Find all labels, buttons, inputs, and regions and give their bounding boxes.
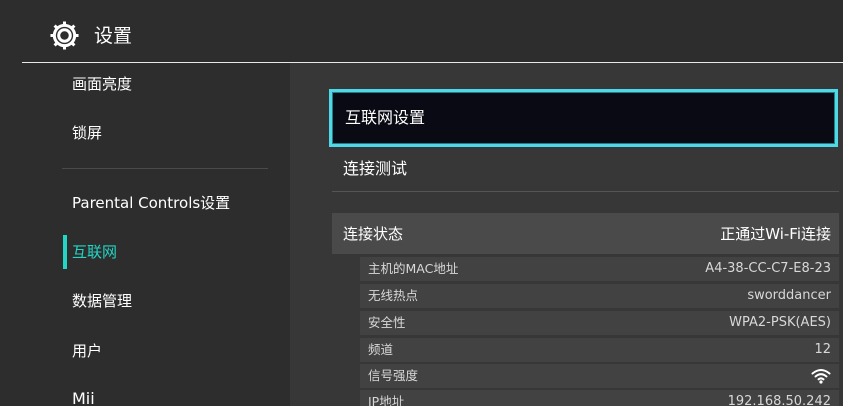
sidebar-item-internet[interactable]: 互联网	[72, 242, 117, 262]
connection-status-value: 正通过Wi-Fi连接	[720, 225, 831, 243]
detail-label: 频道	[368, 342, 394, 357]
wifi-signal-icon	[811, 369, 831, 384]
detail-row-access-point: 无线热点 sworddancer	[360, 284, 839, 308]
detail-label: IP地址	[368, 394, 405, 406]
detail-row-signal-strength: 信号强度	[360, 364, 839, 388]
gear-icon	[50, 21, 79, 50]
sidebar-item-mii[interactable]: Mii	[72, 389, 95, 406]
sidebar-item-parental-controls[interactable]: Parental Controls设置	[72, 193, 230, 213]
page-title: 设置	[94, 25, 133, 47]
internet-settings-label: 互联网设置	[345, 108, 426, 127]
detail-value: A4-38-CC-C7-E8-23	[705, 261, 831, 276]
connection-test-label: 连接测试	[343, 159, 408, 178]
sidebar-divider	[62, 168, 268, 169]
detail-value: WPA2-PSK(AES)	[729, 315, 831, 330]
internet-settings-button[interactable]: 互联网设置	[329, 89, 838, 147]
detail-row-ip-address: IP地址 192.168.50.242	[360, 390, 839, 406]
detail-label: 主机的MAC地址	[368, 261, 459, 276]
header-bar: 设置	[0, 0, 843, 63]
detail-label: 信号强度	[368, 368, 419, 383]
detail-label: 无线热点	[368, 288, 419, 303]
sidebar-item-users[interactable]: 用户	[72, 341, 102, 361]
main-panel: 互联网设置 连接测试 连接状态 正通过Wi-Fi连接 主机的MAC地址 A4-3…	[290, 63, 843, 406]
connection-status-label: 连接状态	[343, 225, 404, 243]
detail-label: 安全性	[368, 315, 406, 330]
detail-value: 192.168.50.242	[727, 394, 831, 406]
connection-status-row: 连接状态 正通过Wi-Fi连接	[332, 213, 839, 254]
connection-test-button[interactable]: 连接测试	[331, 153, 838, 191]
sidebar-item-screen-brightness[interactable]: 画面亮度	[72, 74, 132, 94]
detail-value: sworddancer	[747, 288, 831, 303]
sidebar-active-indicator	[63, 235, 67, 269]
main-divider	[332, 191, 839, 192]
detail-row-mac-address: 主机的MAC地址 A4-38-CC-C7-E8-23	[360, 257, 839, 281]
settings-screen: 设置 画面亮度 锁屏 Parental Controls设置 互联网 数据管理 …	[0, 0, 843, 406]
detail-row-channel: 频道 12	[360, 338, 839, 362]
sidebar-item-screen-lock[interactable]: 锁屏	[72, 123, 102, 143]
detail-value: 12	[814, 342, 831, 357]
detail-row-security: 安全性 WPA2-PSK(AES)	[360, 311, 839, 335]
sidebar: 画面亮度 锁屏 Parental Controls设置 互联网 数据管理 用户 …	[0, 63, 290, 406]
sidebar-item-data-management[interactable]: 数据管理	[72, 291, 132, 311]
